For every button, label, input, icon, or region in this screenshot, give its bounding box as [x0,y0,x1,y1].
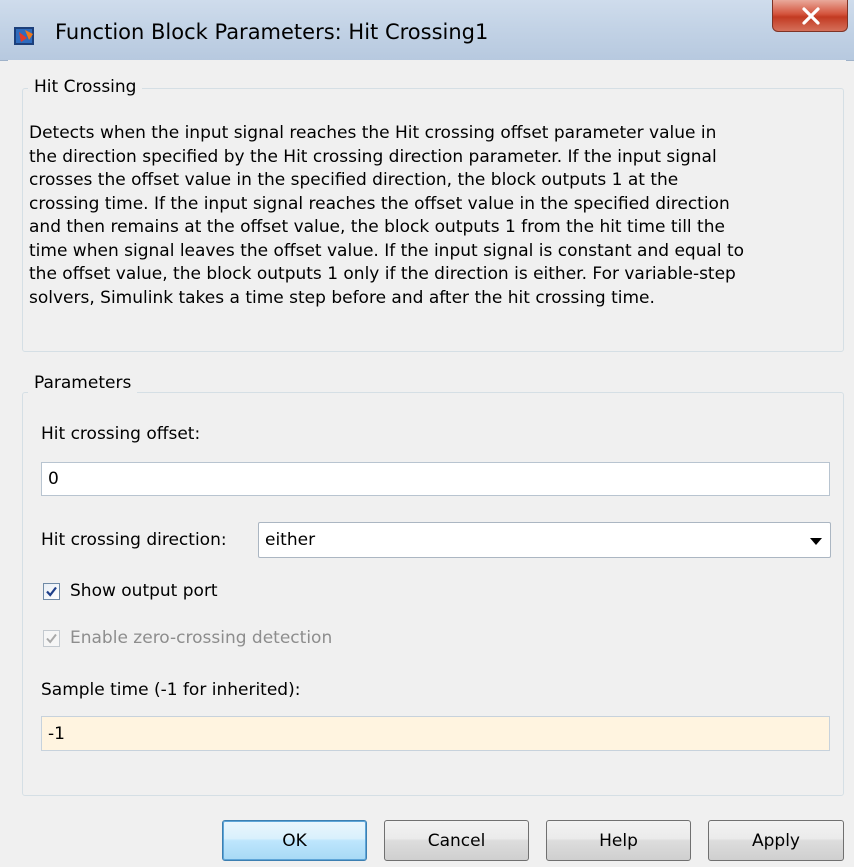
description-line: and then remains at the offset value, th… [29,217,725,237]
offset-input[interactable]: 0 [41,462,830,496]
direction-select[interactable]: either [258,522,831,558]
help-button[interactable]: Help [546,820,691,861]
apply-button[interactable]: Apply [708,820,844,861]
sample-time-label: Sample time (-1 for inherited): [41,680,301,700]
simulink-block-icon [14,27,34,45]
ok-button[interactable]: OK [222,820,367,861]
offset-label: Hit crossing offset: [41,424,201,444]
description-line: Detects when the input signal reaches th… [29,123,717,143]
show-output-port-checkbox[interactable] [43,583,60,600]
description-line: the offset value, the block outputs 1 on… [29,264,736,284]
description-line: solvers, Simulink takes a time step befo… [29,287,655,308]
cancel-button[interactable]: Cancel [384,820,529,861]
sample-time-input[interactable]: -1 [41,716,830,751]
window-title: Function Block Parameters: Hit Crossing1 [55,20,489,44]
description-line: crossing time. If the input signal reach… [29,193,730,214]
direction-selected-value: either [265,530,316,550]
chevron-down-icon [810,538,822,545]
zero-crossing-checkbox[interactable] [43,630,60,647]
zero-crossing-label[interactable]: Enable zero-crossing detection [70,628,332,648]
description-line: the direction specified by the Hit cross… [29,146,717,167]
parameters-group-label: Parameters [28,373,138,393]
description-line: time when signal leaves the offset value… [29,240,745,261]
checkmark-icon [46,633,57,644]
show-output-port-label[interactable]: Show output port [70,581,218,601]
close-icon [802,7,820,25]
title-bar[interactable]: Function Block Parameters: Hit Crossing1 [0,0,854,61]
direction-label: Hit crossing direction: [41,530,227,550]
description-line: crosses the offset value in the specifie… [29,170,679,190]
checkmark-icon [46,586,57,597]
block-description: Detects when the input signal reaches th… [29,122,837,310]
hit-crossing-group-label: Hit Crossing [28,77,143,97]
close-button[interactable] [772,0,848,32]
